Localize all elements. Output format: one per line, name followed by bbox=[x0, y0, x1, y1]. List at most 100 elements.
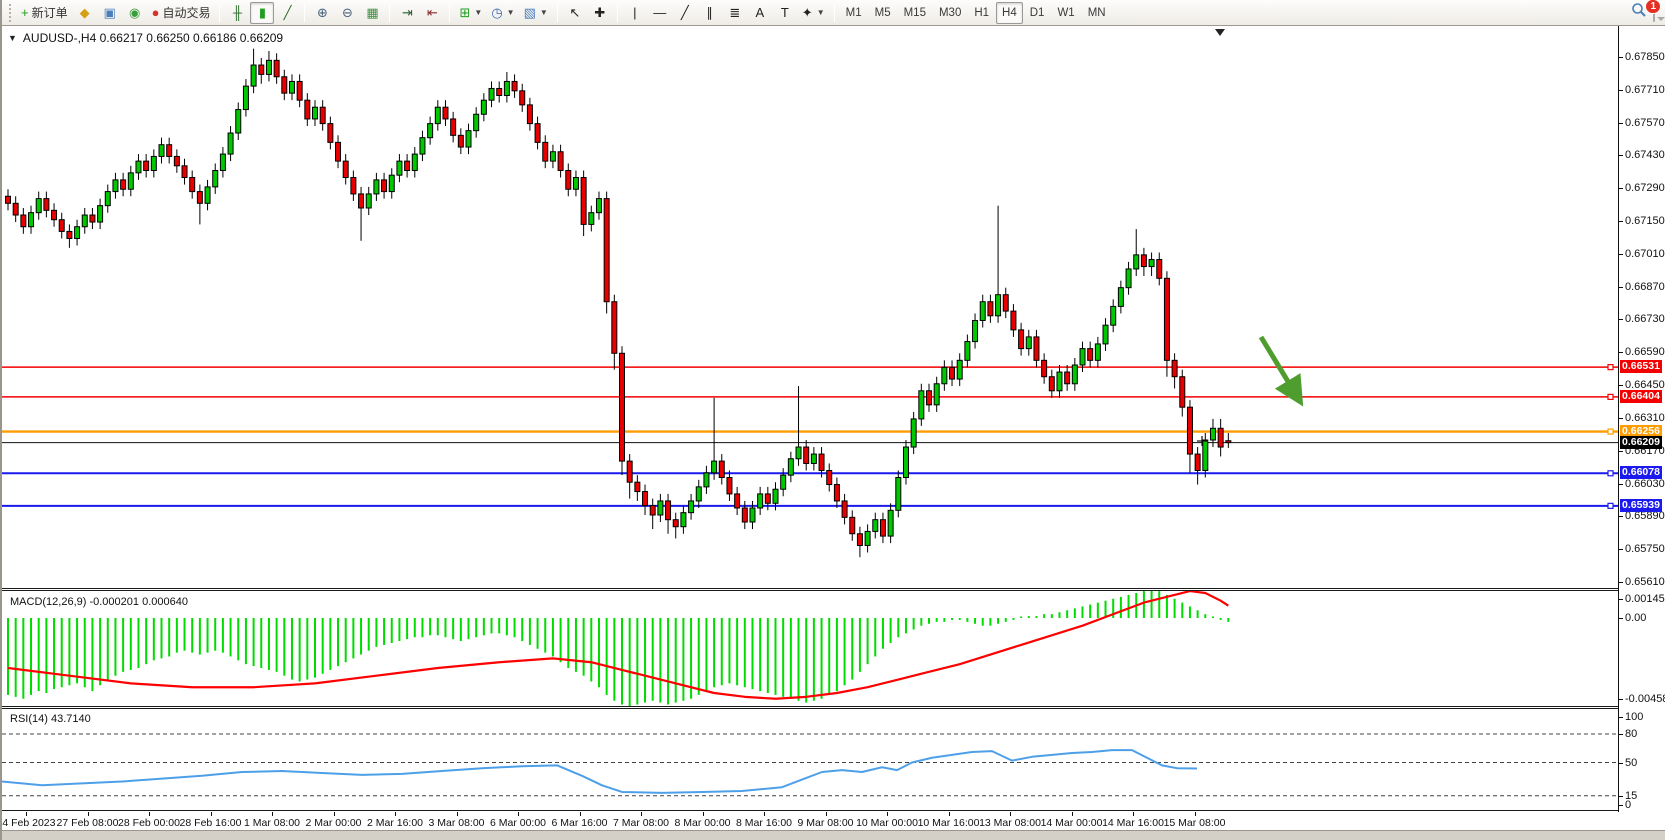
price-axis-tick: 0.66310 bbox=[1625, 412, 1665, 424]
macd-signal-line bbox=[8, 591, 1228, 699]
line-chart-button[interactable]: ╱ bbox=[275, 2, 299, 24]
price-axis-tick: 0.66870 bbox=[1625, 281, 1665, 293]
candle-body bbox=[527, 105, 532, 124]
zoom-in-button[interactable]: ⊕ bbox=[310, 2, 334, 24]
timeframe-button-h1[interactable]: H1 bbox=[968, 2, 995, 24]
candle-body bbox=[105, 192, 110, 206]
candle-body bbox=[1195, 454, 1200, 470]
market-watch-button[interactable]: ▣ bbox=[98, 2, 122, 24]
candle-body bbox=[673, 520, 678, 527]
auto-trading-button[interactable]: ●自动交易 bbox=[148, 2, 215, 24]
zoom-in-icon: ⊕ bbox=[317, 6, 328, 19]
candle-body bbox=[834, 485, 839, 501]
timeframe-button-d1[interactable]: D1 bbox=[1024, 2, 1051, 24]
bar-chart-button[interactable]: ╫ bbox=[225, 2, 249, 24]
candle-body bbox=[550, 152, 555, 161]
candle-body bbox=[650, 506, 655, 515]
toolbar-separator bbox=[557, 4, 558, 22]
timeframe-button-m30[interactable]: M30 bbox=[933, 2, 967, 24]
candle-body bbox=[1042, 360, 1047, 376]
time-axis-label: 8 Mar 16:00 bbox=[736, 817, 792, 829]
timeframe-button-m1[interactable]: M1 bbox=[840, 2, 868, 24]
timeframe-button-m15[interactable]: M15 bbox=[898, 2, 932, 24]
trendline-button[interactable]: ╱ bbox=[673, 2, 697, 24]
toolbar-separator bbox=[389, 4, 390, 22]
new-chart-icon: ⊞ bbox=[459, 6, 470, 19]
auto-scroll-button[interactable]: ⇥ bbox=[395, 2, 419, 24]
candle-body bbox=[643, 492, 648, 506]
macd-indicator-pane[interactable] bbox=[2, 591, 1618, 706]
candles[interactable] bbox=[6, 49, 1231, 558]
horizontal-line-button[interactable]: — bbox=[648, 2, 672, 24]
timeframe-button-m5[interactable]: M5 bbox=[869, 2, 897, 24]
candle-body bbox=[888, 510, 893, 536]
text-button[interactable]: A bbox=[748, 2, 772, 24]
tile-windows-button[interactable]: ▦ bbox=[360, 2, 384, 24]
rsi-axis-tick: 80 bbox=[1625, 728, 1637, 740]
profiles-button[interactable]: ◆ bbox=[73, 2, 97, 24]
candle-body bbox=[842, 501, 847, 517]
rsi-indicator-pane[interactable] bbox=[2, 709, 1618, 810]
price-axis[interactable]: 0.678500.677100.675700.674300.672900.671… bbox=[1618, 26, 1665, 812]
price-chart-pane[interactable] bbox=[2, 26, 1618, 588]
timeframe-button-mn[interactable]: MN bbox=[1082, 2, 1112, 24]
candle-body bbox=[274, 60, 279, 76]
candlestick-chart-button[interactable]: ▮ bbox=[250, 2, 274, 24]
chevron-down-icon: ▼ bbox=[540, 8, 548, 17]
trading-platform-window: +新订单◆▣◉●自动交易╫▮╱⊕⊖▦⇥⇤⊞▼◷▼▧▼↖✚|—╱∥≣AT✦▼M1M… bbox=[0, 0, 1665, 840]
level-line-handle[interactable] bbox=[1608, 429, 1613, 434]
templates-button[interactable]: ▧▼ bbox=[520, 2, 552, 24]
periods-button[interactable]: ◷▼ bbox=[487, 2, 518, 24]
timeframe-button-w1[interactable]: W1 bbox=[1051, 2, 1080, 24]
candle-body bbox=[144, 161, 149, 170]
price-axis-tick: 0.67850 bbox=[1625, 51, 1665, 63]
fibonacci-button[interactable]: ≣ bbox=[723, 2, 747, 24]
candle-body bbox=[420, 138, 425, 154]
signals-button[interactable]: ◉ bbox=[123, 2, 147, 24]
new-order-button[interactable]: +新订单 bbox=[17, 2, 72, 24]
candle-body bbox=[504, 81, 509, 95]
candle-body bbox=[988, 302, 993, 316]
toolbar-separator bbox=[449, 4, 450, 22]
zoom-out-button[interactable]: ⊖ bbox=[335, 2, 359, 24]
candle-body bbox=[1049, 377, 1054, 391]
horizontal-line-icon: — bbox=[653, 6, 666, 19]
equidistant-channel-button[interactable]: ∥ bbox=[698, 2, 722, 24]
candle-body bbox=[382, 180, 387, 192]
time-axis[interactable]: 24 Feb 202327 Feb 08:0028 Feb 00:0028 Fe… bbox=[2, 812, 1618, 830]
candle-body bbox=[213, 170, 218, 186]
candle-body bbox=[719, 461, 724, 477]
arrows-button[interactable]: ✦▼ bbox=[798, 2, 829, 24]
candle-body bbox=[1126, 269, 1131, 288]
level-line-handle[interactable] bbox=[1608, 394, 1613, 399]
price-axis-tick: 0.67150 bbox=[1625, 215, 1665, 227]
vertical-line-button[interactable]: | bbox=[623, 2, 647, 24]
timeframe-button-h4[interactable]: H4 bbox=[996, 2, 1023, 24]
candle-body bbox=[1088, 349, 1093, 361]
candle-body bbox=[620, 353, 625, 461]
notifications-icon[interactable]: 1 bbox=[1653, 4, 1655, 22]
candle-body bbox=[1226, 441, 1231, 443]
rsi-axis-tick: 50 bbox=[1625, 757, 1637, 769]
chevron-down-icon: ▼ bbox=[507, 8, 515, 17]
zoom-out-icon: ⊖ bbox=[342, 6, 353, 19]
time-axis-label: 2 Mar 00:00 bbox=[305, 817, 361, 829]
chart-shift-button[interactable]: ⇤ bbox=[420, 2, 444, 24]
level-line-handle[interactable] bbox=[1608, 365, 1613, 370]
time-axis-tick bbox=[211, 812, 212, 816]
crosshair-button[interactable]: ✚ bbox=[588, 2, 612, 24]
toolbar-grip[interactable] bbox=[9, 4, 13, 22]
candle-body bbox=[850, 517, 855, 533]
cursor-button[interactable]: ↖ bbox=[563, 2, 587, 24]
candle-body bbox=[857, 534, 862, 546]
text-label-button[interactable]: T bbox=[773, 2, 797, 24]
chart-shift-marker[interactable] bbox=[1215, 29, 1225, 36]
time-axis-tick bbox=[949, 812, 950, 816]
time-axis-tick bbox=[26, 812, 27, 816]
level-line-handle[interactable] bbox=[1608, 503, 1613, 508]
one-click-trading-expander[interactable]: ▼ bbox=[8, 33, 17, 43]
candle-body bbox=[236, 110, 241, 133]
price-axis-tick: 0.67710 bbox=[1625, 84, 1665, 96]
level-line-handle[interactable] bbox=[1608, 471, 1613, 476]
new-chart-button[interactable]: ⊞▼ bbox=[455, 2, 486, 24]
